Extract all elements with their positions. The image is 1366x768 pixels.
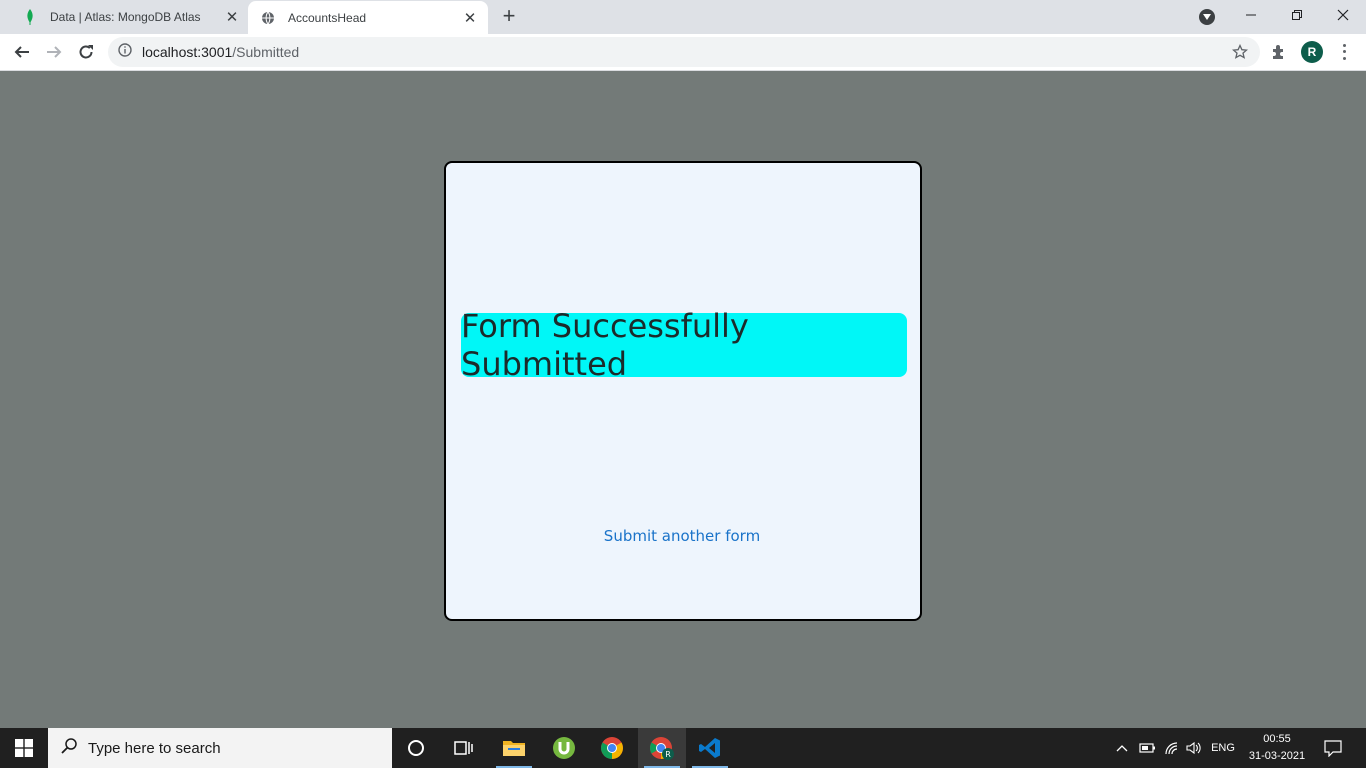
system-clock[interactable]: 00:55 31-03-2021 <box>1244 731 1310 765</box>
globe-icon <box>260 10 276 26</box>
bookmark-star-icon[interactable] <box>1231 43 1249 60</box>
window-close-icon[interactable] <box>1320 0 1366 30</box>
restore-icon[interactable] <box>1274 0 1320 30</box>
tab-search-icon[interactable] <box>1199 9 1215 25</box>
search-icon <box>60 737 78 760</box>
tab-title: Data | Atlas: MongoDB Atlas <box>50 10 201 24</box>
minimize-icon[interactable] <box>1228 0 1274 30</box>
chrome-profile-icon[interactable]: R <box>638 728 686 768</box>
url-text: localhost:3001/Submitted <box>142 44 299 60</box>
browser-toolbar: localhost:3001/Submitted R <box>0 34 1366 71</box>
submit-another-form-link[interactable]: Submit another form <box>446 527 918 545</box>
profile-avatar[interactable]: R <box>1301 41 1323 63</box>
chrome-icon[interactable] <box>588 728 636 768</box>
clock-time: 00:55 <box>1263 733 1291 745</box>
utorrent-icon[interactable] <box>540 728 588 768</box>
info-icon[interactable] <box>118 42 132 62</box>
windows-taskbar: Type here to search R ENG 00:55 31-03-20… <box>0 728 1366 768</box>
more-menu-icon[interactable] <box>1340 42 1348 62</box>
submission-card: Form Successfully Submitted Submit anoth… <box>444 161 922 621</box>
battery-icon[interactable] <box>1137 728 1157 768</box>
url-host: localhost:3001 <box>142 44 233 60</box>
vscode-icon[interactable] <box>686 728 734 768</box>
success-banner: Form Successfully Submitted <box>461 307 907 383</box>
forward-arrow-icon[interactable] <box>42 40 66 64</box>
task-view-icon[interactable] <box>440 728 488 768</box>
search-placeholder: Type here to search <box>88 739 221 757</box>
back-arrow-icon[interactable] <box>10 40 34 64</box>
url-path: /Submitted <box>232 44 300 60</box>
svg-text:R: R <box>665 750 671 759</box>
volume-icon[interactable] <box>1185 728 1203 768</box>
reload-icon[interactable] <box>74 40 98 64</box>
notifications-icon[interactable] <box>1318 728 1348 768</box>
tab-accountshead[interactable]: AccountsHead ✕ <box>248 1 488 35</box>
windows-start-icon[interactable] <box>0 728 48 768</box>
wifi-icon[interactable] <box>1163 728 1181 768</box>
tab-title: AccountsHead <box>288 11 367 25</box>
cortana-circle-icon[interactable] <box>392 728 440 768</box>
mongodb-leaf-icon <box>22 9 38 25</box>
extensions-puzzle-icon[interactable] <box>1270 43 1288 61</box>
chevron-up-icon[interactable] <box>1114 728 1130 768</box>
close-icon[interactable]: ✕ <box>462 10 478 27</box>
tab-mongodb-atlas[interactable]: Data | Atlas: MongoDB Atlas ✕ <box>14 0 246 34</box>
close-icon[interactable]: ✕ <box>224 9 240 26</box>
file-explorer-icon[interactable] <box>490 728 538 768</box>
new-tab-button[interactable]: + <box>498 5 520 28</box>
taskbar-search-box[interactable]: Type here to search <box>48 728 392 768</box>
address-bar[interactable]: localhost:3001/Submitted <box>108 37 1260 67</box>
clock-date: 31-03-2021 <box>1248 750 1306 762</box>
language-indicator[interactable]: ENG <box>1206 728 1240 768</box>
browser-tab-strip: Data | Atlas: MongoDB Atlas ✕ AccountsHe… <box>0 0 1366 35</box>
